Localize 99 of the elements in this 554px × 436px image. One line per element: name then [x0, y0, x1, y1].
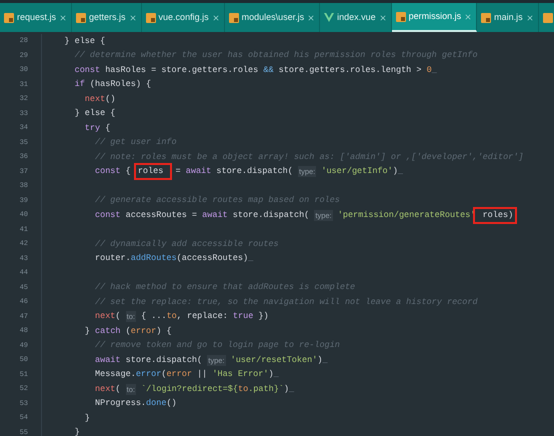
keyword: await	[94, 354, 121, 367]
code-text: }	[84, 412, 90, 425]
number-literal: 0	[426, 64, 432, 77]
code-text: store.dispatch(	[215, 165, 294, 178]
code-text: } else {	[74, 107, 116, 120]
method-name: error	[136, 368, 162, 382]
close-icon[interactable]	[464, 12, 472, 20]
code-comment: // remove token and go to login page to re-login	[94, 339, 340, 352]
string-literal: 'permission/generateRoutes'	[336, 208, 476, 222]
code-text: hasRoles = store.getters.roles	[104, 64, 260, 77]
editor-tab[interactable]: getters.js	[72, 3, 142, 32]
parameter: to	[238, 382, 248, 396]
method-name: addRoutes	[130, 252, 177, 266]
js-file-icon	[396, 12, 406, 22]
code-comment: // hack method to ensure that addRoutes is complete	[94, 281, 356, 294]
js-file-icon	[542, 12, 553, 22]
string-literal: 'user/getInfo'	[320, 165, 393, 178]
code-text: }	[84, 324, 91, 338]
highlighted-code: roles)	[475, 208, 516, 222]
js-file-icon	[481, 12, 492, 22]
code-text: store.dispatch(	[232, 208, 310, 222]
operator: &&	[263, 64, 274, 77]
code-text: (	[115, 310, 122, 324]
js-file-icon	[228, 12, 239, 22]
code-text: (accessRoutes)	[176, 252, 248, 266]
string-literal: `/login?redirect=${	[140, 382, 238, 396]
code-text: )	[392, 165, 398, 178]
parameter: to	[166, 310, 177, 324]
close-icon[interactable]	[307, 14, 316, 22]
code-comment: // generate accessible routes map based on roles	[94, 194, 340, 208]
editor-tab[interactable]: request.js	[0, 3, 72, 32]
method-name: done	[146, 397, 166, 410]
keyword: catch	[95, 324, 121, 338]
string-literal: .path}`	[248, 382, 284, 396]
close-icon[interactable]	[59, 14, 68, 22]
code-text: {	[124, 165, 132, 178]
code-text: })	[257, 310, 269, 324]
line-end-marker: _	[274, 368, 279, 382]
code-text: (	[161, 368, 166, 382]
string-literal: 'Has Error'	[212, 368, 268, 382]
function-call: next	[94, 382, 116, 396]
code-text: (hasRoles) {	[88, 78, 152, 92]
code-text: } else {	[63, 34, 106, 48]
code-text: }	[74, 426, 80, 436]
close-icon[interactable]	[526, 14, 534, 22]
code-text: router.	[94, 252, 131, 266]
js-file-icon	[146, 12, 156, 22]
code-text: {	[104, 122, 110, 135]
line-end-marker: _	[432, 64, 437, 77]
code-text: =	[174, 165, 182, 178]
code-comment: // dynamically add accessible routes	[94, 238, 279, 251]
editor-tab[interactable]: modules\user.js	[224, 3, 320, 32]
keyword: const	[74, 64, 100, 77]
vue-file-icon	[324, 13, 334, 22]
code-text: ||	[196, 368, 208, 382]
keyword: if	[74, 78, 85, 92]
js-file-icon	[76, 12, 86, 22]
code-comment: // get user info	[94, 136, 177, 150]
code-text: (	[115, 382, 122, 396]
parameter: error	[166, 368, 192, 382]
code-comment: // determine whether the user has obtained his permission roles through getInfo	[74, 49, 478, 62]
line-end-marker: _	[398, 165, 403, 178]
line-end-marker: _	[248, 252, 254, 266]
parameter: error	[130, 324, 156, 338]
keyword: await	[202, 208, 228, 222]
code-text: ()	[105, 92, 116, 106]
code-text: { ...	[140, 310, 167, 324]
function-call: next	[84, 92, 106, 106]
code-comment: // note: roles must be a object array! such as: ['admin'] or ,['developer','editor']	[94, 150, 524, 164]
code-text: accessRoutes =	[124, 208, 198, 222]
function-call: next	[94, 310, 116, 324]
keyword: try	[84, 122, 100, 135]
line-end-marker: _	[322, 354, 328, 367]
editor-tab[interactable]: main.js	[477, 3, 539, 32]
code-text: store.getters.roles.length >	[278, 64, 422, 77]
line-end-marker: _	[289, 382, 294, 396]
code-text: )	[268, 368, 274, 382]
close-icon[interactable]	[128, 14, 137, 22]
highlighted-code: roles	[136, 165, 170, 178]
code-text: NProgress.	[94, 397, 146, 410]
code-text: Message.	[94, 368, 136, 382]
code-text: (	[124, 324, 131, 338]
close-icon[interactable]	[212, 14, 220, 22]
code-comment: // set the replace: true, so the navigation will not leave a history record	[94, 296, 478, 309]
editor-tab[interactable]: vue.config.js	[142, 3, 225, 32]
keyword: true	[232, 310, 254, 324]
keyword: const	[94, 165, 121, 178]
js-file-icon	[4, 12, 14, 22]
code-text: store.dispatch(	[124, 354, 204, 367]
code-text: )	[284, 382, 290, 396]
keyword: await	[186, 165, 212, 178]
code-text: ()	[166, 397, 177, 410]
keyword: const	[94, 208, 121, 222]
editor-tab[interactable]: permission.js	[392, 3, 478, 32]
string-literal: 'user/resetToken'	[230, 354, 318, 367]
code-text: )	[317, 354, 322, 367]
code-text: , replace:	[176, 310, 229, 324]
close-icon[interactable]	[378, 14, 387, 22]
code-text: ) {	[156, 324, 172, 338]
